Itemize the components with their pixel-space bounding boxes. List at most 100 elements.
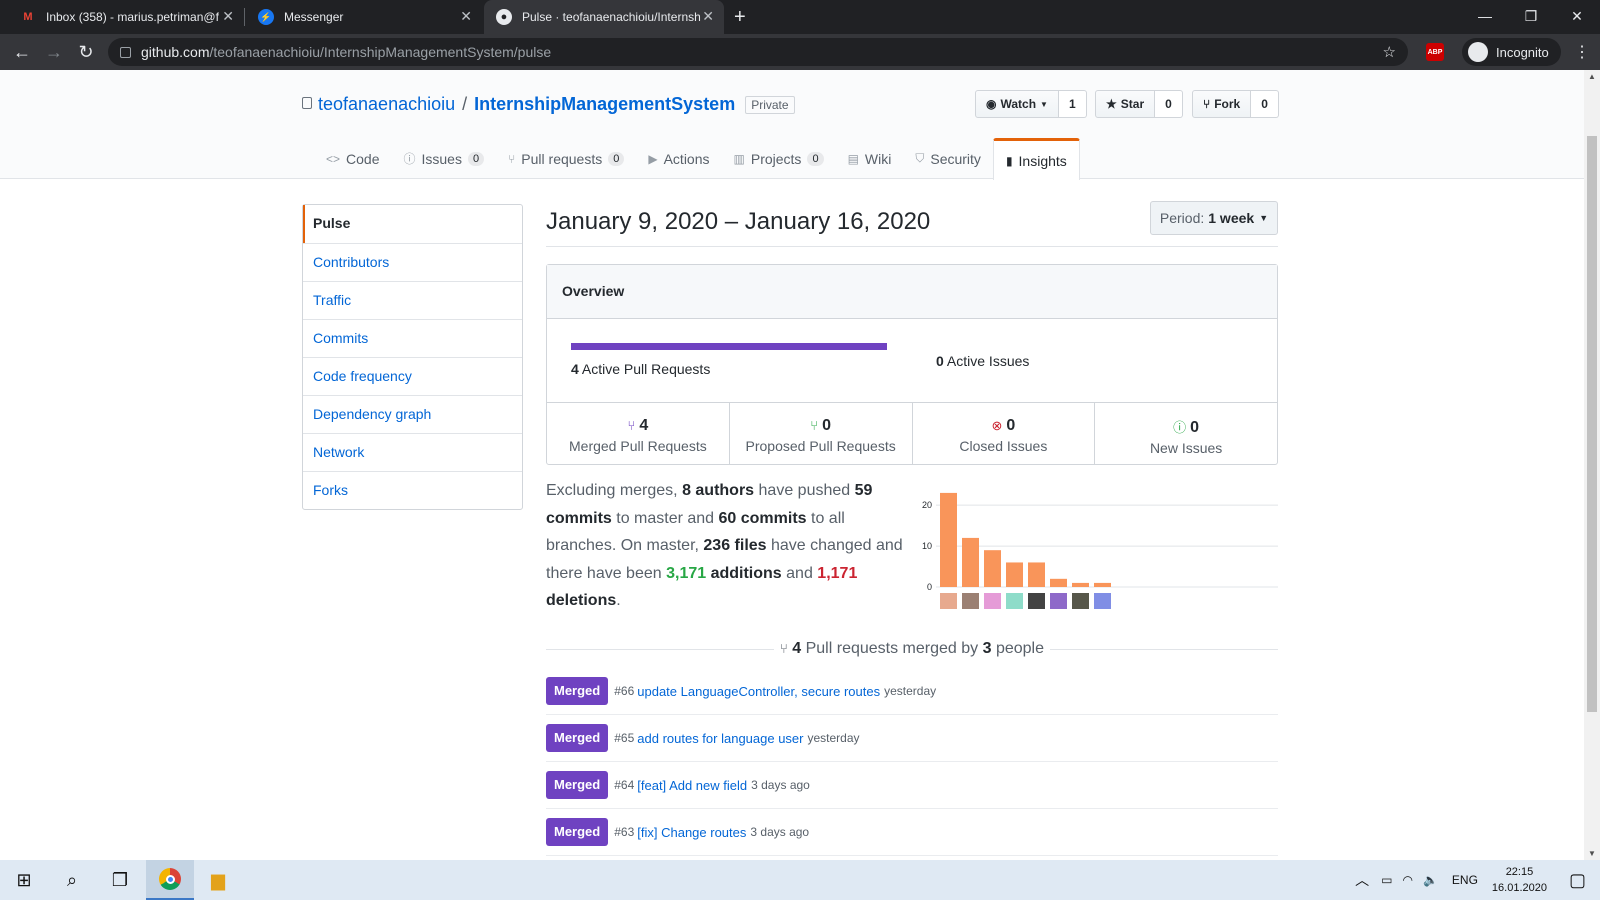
tab-code[interactable]: <> Code	[314, 138, 391, 179]
lock-icon	[120, 46, 131, 58]
address-bar[interactable]: github.com/teofanaenachioiu/InternshipMa…	[108, 38, 1408, 66]
author-avatar[interactable]	[940, 593, 957, 609]
tab-messenger[interactable]: ⚡ Messenger ✕	[246, 0, 482, 34]
stat-merged-pull-requests[interactable]: ⑂ 4 Merged Pull Requests	[547, 403, 729, 465]
author-avatar[interactable]	[1050, 593, 1067, 609]
language-indicator[interactable]: ENG	[1452, 873, 1478, 887]
restore-icon[interactable]: ❐	[1508, 0, 1554, 32]
close-window-icon[interactable]: ✕	[1554, 0, 1600, 32]
chrome-taskbar-icon[interactable]	[146, 860, 194, 900]
commit-bar[interactable]	[1028, 562, 1045, 587]
task-view-icon[interactable]: ❐	[96, 860, 144, 900]
tab-security[interactable]: ⛉ Security	[903, 138, 993, 179]
people-label: people	[995, 640, 1044, 657]
close-tab-icon[interactable]: ✕	[702, 8, 714, 25]
pr-number: #65	[614, 731, 635, 745]
author-avatar[interactable]	[1006, 593, 1023, 609]
tab-insights[interactable]: ▮ Insights	[992, 138, 1080, 180]
author-avatar[interactable]	[1094, 593, 1111, 609]
repo-name-link[interactable]: InternshipManagementSystem	[474, 94, 735, 115]
fork-count[interactable]: 0	[1251, 90, 1279, 118]
file-explorer-icon[interactable]: ▆	[194, 860, 242, 900]
sidebar-item-commits[interactable]: Commits	[303, 319, 522, 357]
watch-button[interactable]: ◉ Watch ▼	[975, 90, 1059, 118]
minimize-icon[interactable]: —	[1462, 0, 1508, 32]
commit-bar[interactable]	[1072, 582, 1089, 587]
author-avatar[interactable]	[1028, 593, 1045, 609]
merged-pr-heading: ⑂ 4 Pull requests merged by 3 people	[0, 640, 1584, 658]
sidebar-item-pulse[interactable]: Pulse	[303, 205, 522, 243]
eye-icon: ◉	[986, 97, 997, 111]
repo-title: teofanaenachioiu / InternshipManagementS…	[302, 94, 795, 115]
commit-bar[interactable]	[962, 537, 979, 587]
active-pull-requests[interactable]: 4 Active Pull Requests	[571, 361, 710, 377]
browser-menu-icon[interactable]: ⋮	[1574, 42, 1590, 62]
wifi-icon[interactable]: ◠	[1402, 873, 1412, 887]
commit-bar[interactable]	[940, 492, 957, 587]
scrollbar-thumb[interactable]	[1587, 136, 1597, 712]
tab-pull-requests[interactable]: ⑂ Pull requests 0	[496, 138, 636, 179]
repo-nav: <> Code ⓘ Issues 0 ⑂ Pull requests 0 ▶ Actions ▥ Pr…	[314, 138, 1080, 180]
tab-issues[interactable]: ⓘ Issues 0	[391, 138, 496, 179]
forward-icon[interactable]: →	[42, 40, 66, 64]
reload-icon[interactable]: ↻	[74, 40, 98, 64]
volume-icon[interactable]: 🔈	[1423, 873, 1438, 887]
active-issues[interactable]: 0 Active Issues	[936, 353, 1029, 369]
pr-number: #63	[614, 825, 635, 839]
tab-github-pulse[interactable]: ● Pulse · teofanaenachioiu/Internsh ✕	[484, 0, 724, 34]
search-icon[interactable]: ⌕	[48, 860, 96, 900]
notifications-icon[interactable]: ▢	[1569, 870, 1586, 891]
author-avatar[interactable]	[1072, 593, 1089, 609]
y-tick-label: 0	[927, 582, 932, 592]
page-scrollbar[interactable]: ▲ ▼	[1584, 70, 1600, 860]
book-icon: ▤	[847, 151, 859, 166]
author-avatar[interactable]	[962, 593, 979, 609]
bookmark-star-icon[interactable]: ☆	[1383, 43, 1396, 61]
private-lock-icon	[302, 96, 312, 109]
sidebar-item-traffic[interactable]: Traffic	[303, 281, 522, 319]
sidebar-item-contributors[interactable]: Contributors	[303, 243, 522, 281]
clock[interactable]: 22:15 16.01.2020	[1492, 864, 1547, 896]
star-count[interactable]: 0	[1155, 90, 1183, 118]
sidebar-item-forks[interactable]: Forks	[303, 471, 522, 509]
close-tab-icon[interactable]: ✕	[222, 8, 234, 25]
pull-request-row: Merged #64 [feat] Add new field 3 days ago	[546, 762, 1278, 809]
sidebar-item-network[interactable]: Network	[303, 433, 522, 471]
star-button[interactable]: ★ Star	[1095, 90, 1156, 118]
commit-bar[interactable]	[1006, 562, 1023, 587]
chevron-up-icon[interactable]: ︿	[1355, 870, 1369, 890]
commit-bar[interactable]	[984, 550, 1001, 587]
tab-actions[interactable]: ▶ Actions	[636, 138, 721, 179]
back-icon[interactable]: ←	[10, 40, 34, 64]
pr-title-link[interactable]: [fix] Change routes	[637, 825, 746, 840]
github-page: teofanaenachioiu / InternshipManagementS…	[0, 70, 1584, 860]
watch-count[interactable]: 1	[1058, 90, 1087, 118]
tab-gmail[interactable]: M Inbox (358) - marius.petriman@f ✕	[8, 0, 244, 34]
url-host: github.com	[141, 44, 210, 60]
fork-button[interactable]: ⑂ Fork	[1192, 90, 1252, 118]
stat-closed-issues[interactable]: ⊗ 0 Closed Issues	[911, 403, 1095, 465]
battery-icon[interactable]: ▭	[1381, 873, 1392, 887]
repo-owner-link[interactable]: teofanaenachioiu	[318, 94, 455, 115]
author-avatar[interactable]	[984, 593, 1001, 609]
tab-wiki[interactable]: ▤ Wiki	[836, 138, 904, 179]
sidebar-item-dependency-graph[interactable]: Dependency graph	[303, 395, 522, 433]
incognito-indicator[interactable]: Incognito	[1462, 38, 1561, 66]
stat-proposed-pull-requests[interactable]: ⑂ 0 Proposed Pull Requests	[728, 403, 912, 465]
pr-title-link[interactable]: [feat] Add new field	[637, 778, 747, 793]
windows-start-icon[interactable]: ⊞	[0, 860, 48, 900]
commit-bar[interactable]	[1050, 578, 1067, 587]
stat-new-issues[interactable]: ⓘ 0 New Issues	[1094, 403, 1277, 465]
tab-label: Code	[346, 150, 380, 167]
pr-title-link[interactable]: add routes for language user	[637, 731, 803, 746]
sidebar-item-code-frequency[interactable]: Code frequency	[303, 357, 522, 395]
issue-closed-icon: ⊗	[991, 418, 1003, 433]
adblock-icon[interactable]: ABP	[1426, 43, 1444, 61]
commit-bar[interactable]	[1094, 582, 1111, 587]
additions-count: 3,171	[666, 564, 707, 582]
period-dropdown[interactable]: Period: 1 week ▼	[1150, 201, 1278, 235]
pr-title-link[interactable]: update LanguageController, secure routes	[637, 684, 880, 699]
new-tab-button[interactable]: +	[734, 0, 764, 34]
tab-projects[interactable]: ▥ Projects 0	[722, 138, 836, 179]
close-tab-icon[interactable]: ✕	[460, 8, 472, 25]
